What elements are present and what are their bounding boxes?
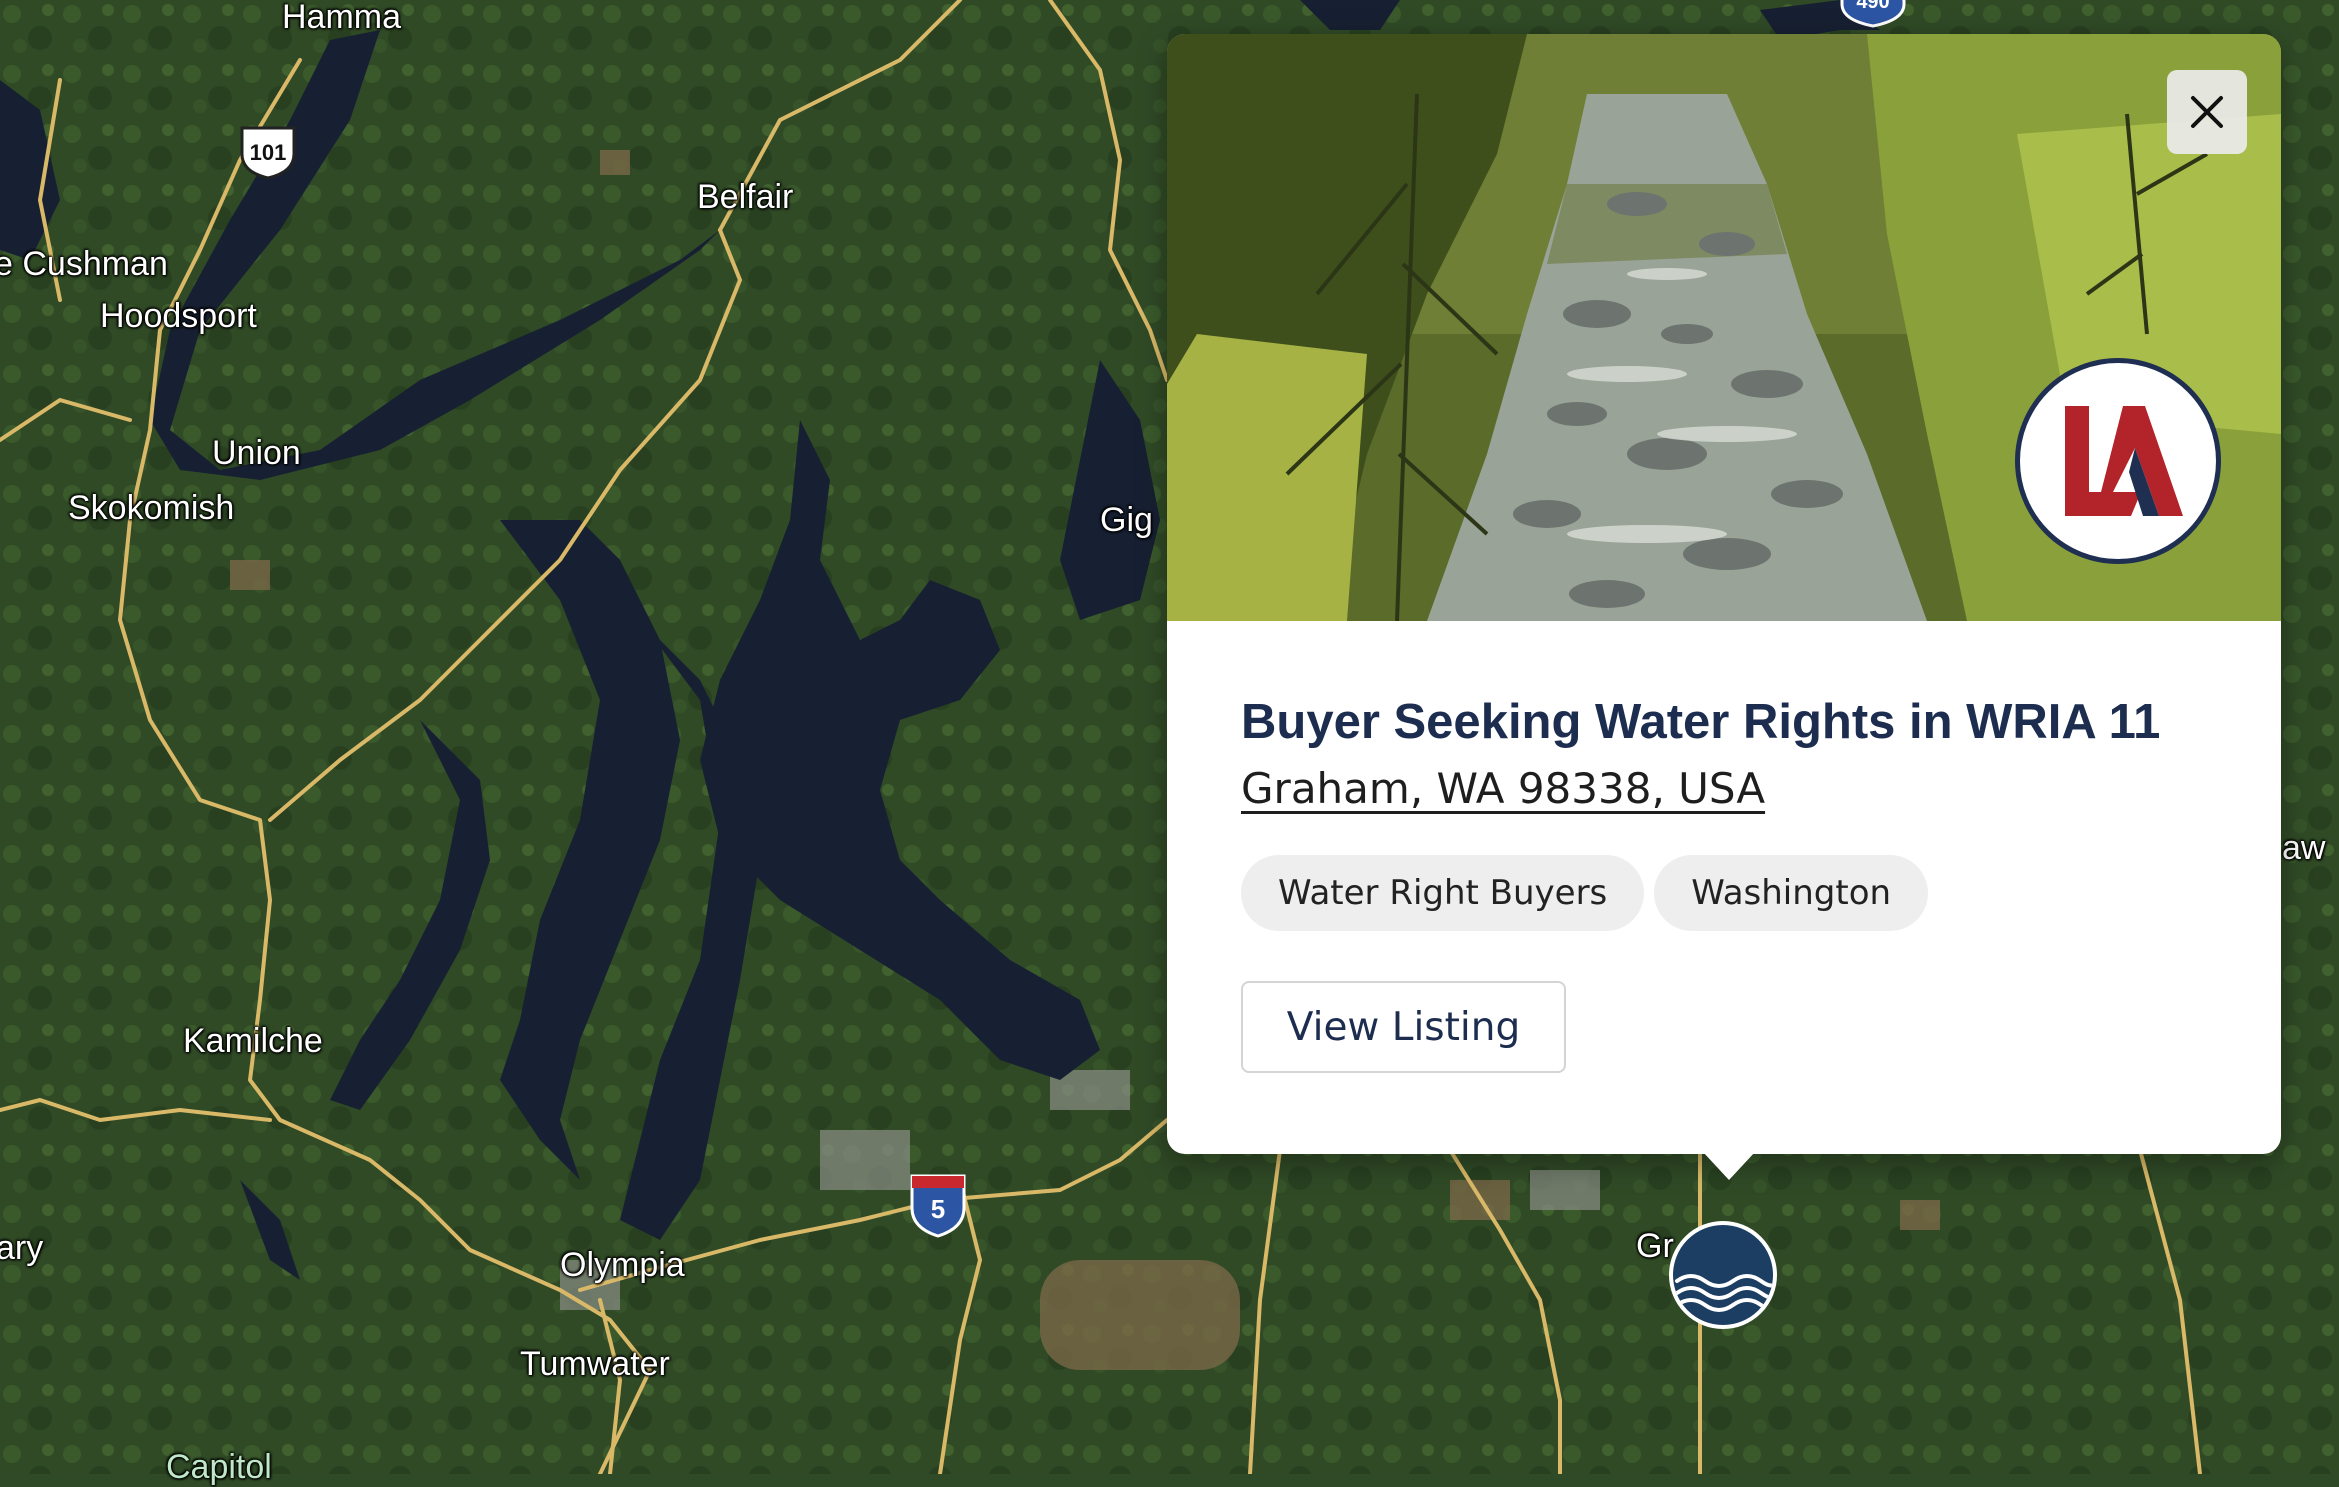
view-listing-button[interactable]: View Listing — [1241, 981, 1566, 1073]
listing-popup: Buyer Seeking Water Rights in WRIA 11 Gr… — [1167, 34, 2281, 1154]
route-490-shield: 490 — [1838, 0, 1908, 28]
tag-water-right-buyers[interactable]: Water Right Buyers — [1241, 855, 1645, 931]
route-490-label: 490 — [1856, 0, 1889, 13]
listing-details: Buyer Seeking Water Rights in WRIA 11 Gr… — [1241, 694, 2221, 1073]
i5-shield: 5 — [908, 1172, 968, 1238]
us-101-label: 101 — [250, 140, 287, 165]
i5-label: 5 — [931, 1194, 945, 1224]
listing-title: Buyer Seeking Water Rights in WRIA 11 — [1241, 695, 2161, 749]
tag-washington[interactable]: Washington — [1654, 855, 1929, 931]
close-icon — [2191, 96, 2223, 128]
tag-list: Water Right Buyers Washington — [1241, 855, 2221, 931]
listing-address-link[interactable]: Graham, WA 98338, USA — [1241, 764, 1765, 813]
close-button[interactable] — [2167, 70, 2247, 154]
water-waves-icon — [1675, 1274, 1773, 1312]
us-101-shield: 101 — [236, 124, 300, 180]
company-logo — [2015, 358, 2221, 564]
popup-pointer — [1703, 1152, 1755, 1180]
listing-marker[interactable] — [1669, 1221, 1777, 1329]
la-logo-mark — [2065, 406, 2183, 516]
